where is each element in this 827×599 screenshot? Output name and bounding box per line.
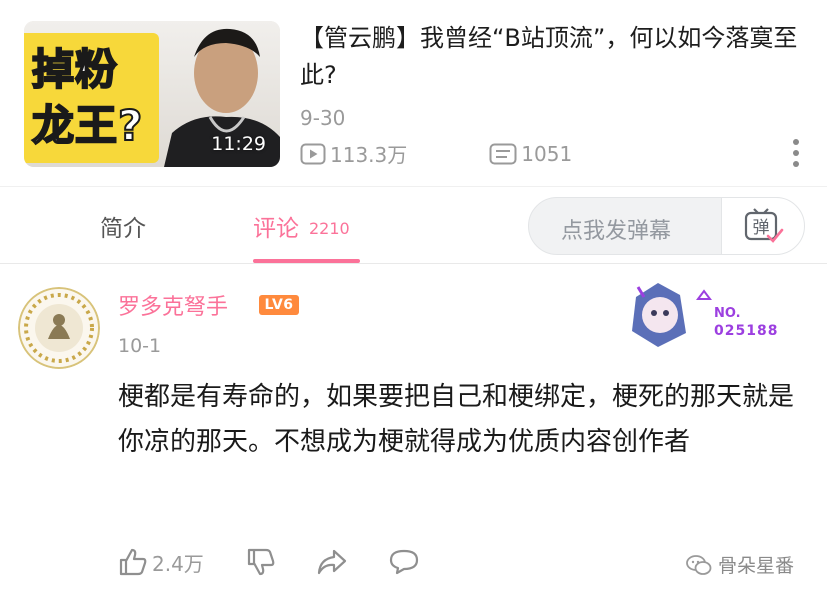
danmaku-send-icon: 弹 bbox=[744, 208, 784, 243]
danmaku-count: 1051 bbox=[521, 141, 573, 166]
danmaku-send-button[interactable]: 弹 bbox=[721, 197, 805, 255]
video-thumbnail[interactable]: 掉粉 龙王? 11:29 bbox=[24, 21, 280, 167]
thumbnail-caption-line2: 龙王? bbox=[31, 100, 144, 151]
reply-icon bbox=[389, 549, 418, 575]
comment-text: 梗都是有寿命的，如果要把自己和梗绑定，梗死的那天就是你凉的那天。不想成为梗就得成… bbox=[118, 382, 795, 457]
dislike-button[interactable] bbox=[246, 547, 276, 577]
tab-intro[interactable]: 简介 bbox=[100, 209, 146, 243]
more-vertical-icon[interactable] bbox=[786, 138, 806, 168]
video-stats: 113.3万 1051 bbox=[300, 139, 572, 168]
fan-badge-image bbox=[632, 283, 712, 347]
danmaku-icon bbox=[489, 143, 517, 164]
danmaku-placeholder: 点我发弹幕 bbox=[561, 219, 672, 244]
tab-comments-label: 评论 bbox=[253, 216, 299, 242]
fan-badge-number: 025188 bbox=[714, 323, 779, 339]
video-duration: 11:29 bbox=[211, 133, 266, 155]
comment-item: 罗多克弩手 LV6 10-1 NO. 025188 梗都是有寿命的，如果要把自己… bbox=[0, 265, 827, 599]
watermark: 骨朵星番 bbox=[686, 551, 794, 578]
tab-comments-count: 2210 bbox=[309, 219, 350, 238]
like-count: 2.4万 bbox=[152, 551, 204, 576]
thumb-up-icon bbox=[119, 548, 147, 576]
active-tab-indicator bbox=[253, 259, 360, 263]
thumb-down-icon bbox=[247, 548, 275, 576]
danmaku-stat: 1051 bbox=[489, 142, 572, 166]
play-icon bbox=[300, 143, 326, 164]
video-date: 9-30 bbox=[300, 106, 346, 130]
share-icon bbox=[317, 549, 346, 575]
user-name[interactable]: 罗多克弩手 bbox=[118, 289, 228, 321]
watermark-text: 骨朵星番 bbox=[718, 555, 795, 577]
views-stat: 113.3万 bbox=[300, 139, 407, 168]
danmaku-input[interactable]: 点我发弹幕 弹 bbox=[528, 197, 805, 255]
fan-badge-label: NO. bbox=[714, 306, 741, 321]
share-button[interactable] bbox=[316, 548, 348, 576]
comment-date: 10-1 bbox=[118, 335, 162, 357]
thumbnail-caption-line1: 掉粉 bbox=[31, 44, 119, 95]
user-level-badge: LV6 bbox=[259, 295, 299, 315]
tab-comments[interactable]: 评论 2210 bbox=[253, 209, 350, 243]
views-count: 113.3万 bbox=[330, 143, 408, 167]
reply-button[interactable] bbox=[388, 548, 420, 576]
danmaku-send-glyph: 弹 bbox=[753, 218, 770, 238]
video-title[interactable]: 【管云鹏】我曾经“B站顶流”，何以如今落寞至此? bbox=[300, 20, 810, 94]
like-button[interactable]: 2.4万 bbox=[118, 547, 204, 577]
comment-actions: 2.4万 bbox=[118, 547, 420, 577]
user-avatar[interactable] bbox=[18, 287, 100, 369]
wechat-icon bbox=[686, 554, 712, 575]
video-card[interactable]: 掉粉 龙王? 11:29 【管云鹏】我曾经“B站顶流”，何以如今落寞至此? 9-… bbox=[0, 0, 827, 186]
tab-bar: 简介 评论 2210 点我发弹幕 弹 bbox=[0, 186, 827, 264]
